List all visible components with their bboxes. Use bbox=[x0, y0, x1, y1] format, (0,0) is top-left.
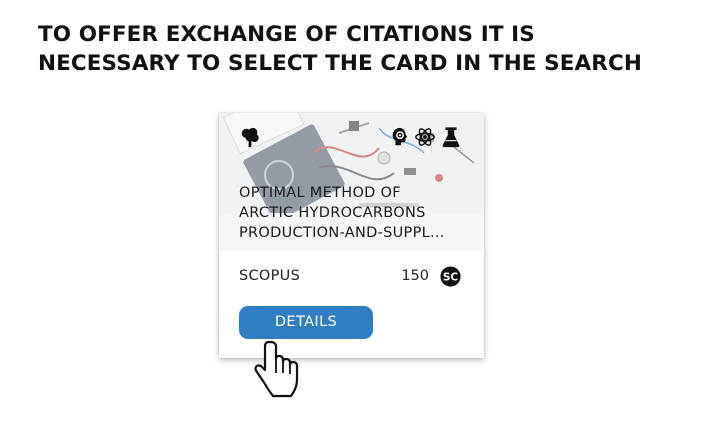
database-label: SCOPUS bbox=[239, 268, 301, 284]
brain-gear-icon bbox=[392, 127, 408, 146]
card-meta-row: SCOPUS 150 SC bbox=[239, 266, 461, 288]
card-cover-image: OPTIMAL METHOD OF ARCTIC HYDROCARBONS PR… bbox=[219, 113, 484, 251]
card-title-line: PRODUCTION-AND-SUPPL... bbox=[239, 225, 445, 241]
hand-pointer-icon bbox=[254, 340, 299, 398]
details-button[interactable]: DETAILS bbox=[239, 306, 373, 339]
card-title: OPTIMAL METHOD OF ARCTIC HYDROCARBONS PR… bbox=[239, 183, 474, 243]
flask-icon bbox=[442, 127, 460, 148]
atom-icon bbox=[415, 128, 435, 146]
heading-line-1: TO OFFER EXCHANGE OF CITATIONS IT IS bbox=[38, 22, 535, 47]
coin-icon: SC bbox=[440, 266, 461, 287]
coin-label: SC bbox=[443, 271, 459, 283]
heading-line-2: NECESSARY TO SELECT THE CARD IN THE SEAR… bbox=[38, 51, 642, 76]
price-value: 150 bbox=[401, 268, 429, 284]
article-card[interactable]: OPTIMAL METHOD OF ARCTIC HYDROCARBONS PR… bbox=[219, 113, 484, 358]
card-title-line: ARCTIC HYDROCARBONS bbox=[239, 205, 426, 221]
card-title-line: OPTIMAL METHOD OF bbox=[239, 185, 401, 201]
page-heading: TO OFFER EXCHANGE OF CITATIONS IT IS NEC… bbox=[38, 20, 688, 78]
tree-icon bbox=[241, 127, 259, 148]
